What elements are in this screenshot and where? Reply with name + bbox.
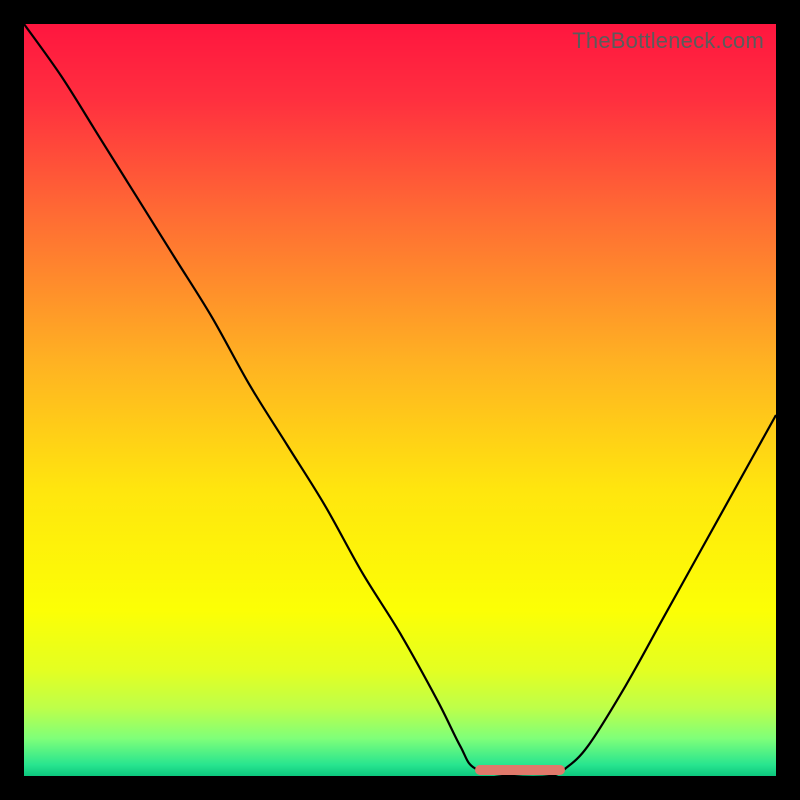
plot-area: TheBottleneck.com xyxy=(24,24,776,776)
line-curve xyxy=(24,24,776,776)
watermark-text: TheBottleneck.com xyxy=(572,28,764,54)
flat-region-marker xyxy=(475,765,565,775)
chart-frame: TheBottleneck.com xyxy=(0,0,800,800)
